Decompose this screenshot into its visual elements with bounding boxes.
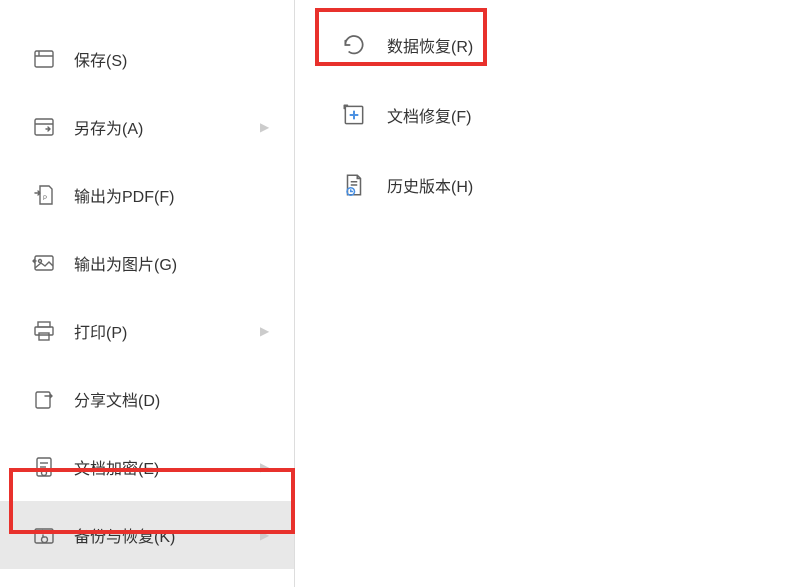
menu-label: 另存为(A) <box>74 115 260 139</box>
save-icon <box>30 45 58 73</box>
backup-restore-icon <box>30 521 58 549</box>
right-submenu-panel: 数据恢复(R) 文档修复(F) <box>295 0 793 587</box>
menu-label: 打印(P) <box>74 319 260 343</box>
menu-export-image[interactable]: 输出为图片(G) <box>0 229 294 297</box>
submenu-label: 文档修复(F) <box>387 103 471 127</box>
menu-label: 文档加密(E) <box>74 455 260 479</box>
image-icon <box>30 249 58 277</box>
recovery-icon <box>339 30 369 60</box>
menu-save-as[interactable]: 另存为(A) ▶ <box>0 93 294 161</box>
menu-label: 分享文档(D) <box>74 387 294 411</box>
submenu-label: 数据恢复(R) <box>387 33 473 57</box>
menu-save[interactable]: 保存(S) <box>0 25 294 93</box>
menu-print[interactable]: 打印(P) ▶ <box>0 297 294 365</box>
menu-encrypt[interactable]: 文档加密(E) ▶ <box>0 433 294 501</box>
pdf-icon: P <box>30 181 58 209</box>
chevron-right-icon: ▶ <box>260 324 284 338</box>
save-as-icon <box>30 113 58 141</box>
submenu-doc-repair[interactable]: 文档修复(F) <box>295 80 793 150</box>
repair-icon <box>339 100 369 130</box>
print-icon <box>30 317 58 345</box>
menu-share[interactable]: 分享文档(D) <box>0 365 294 433</box>
share-icon <box>30 385 58 413</box>
menu-export-pdf[interactable]: P 输出为PDF(F) <box>0 161 294 229</box>
submenu-label: 历史版本(H) <box>387 173 473 197</box>
menu-backup-restore[interactable]: 备份与恢复(K) ▶ <box>0 501 294 569</box>
submenu-history[interactable]: 历史版本(H) <box>295 150 793 220</box>
history-icon <box>339 170 369 200</box>
menu-label: 备份与恢复(K) <box>74 523 260 547</box>
chevron-right-icon: ▶ <box>260 460 284 474</box>
left-menu-panel: 保存(S) 另存为(A) ▶ P 输出为PDF(F) <box>0 0 295 587</box>
menu-label: 输出为图片(G) <box>74 251 294 275</box>
svg-text:P: P <box>43 196 47 202</box>
chevron-right-icon: ▶ <box>260 120 284 134</box>
encrypt-icon <box>30 453 58 481</box>
menu-label: 保存(S) <box>74 47 294 71</box>
chevron-right-icon: ▶ <box>260 528 284 542</box>
menu-label: 输出为PDF(F) <box>74 183 294 207</box>
submenu-data-recovery[interactable]: 数据恢复(R) <box>295 10 793 80</box>
